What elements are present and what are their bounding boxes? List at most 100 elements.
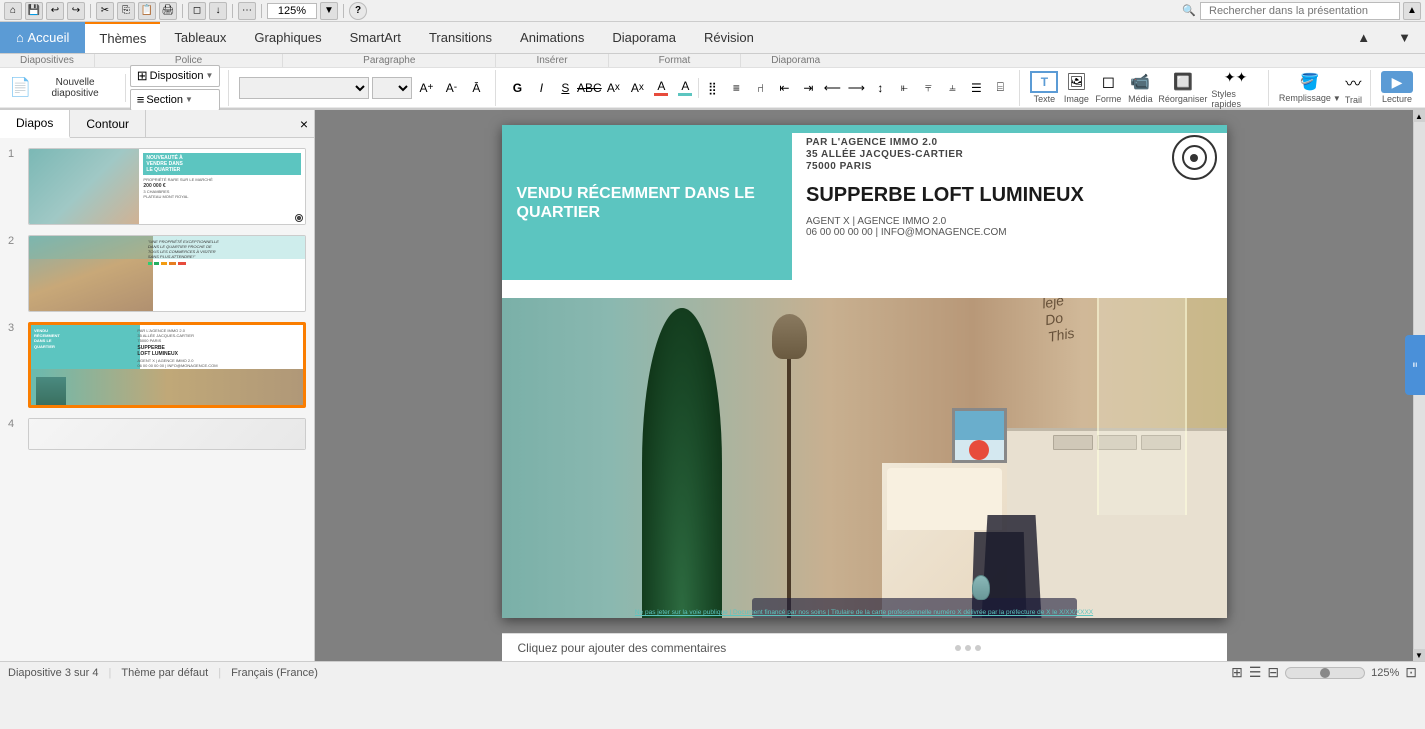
styles-rapides-btn[interactable]: ✦✦ Styles rapides bbox=[1211, 66, 1259, 109]
more-btn[interactable]: ⋯ bbox=[238, 2, 256, 20]
lecture-label: Lecture bbox=[1382, 94, 1412, 104]
underline-btn[interactable]: S bbox=[554, 77, 576, 99]
indent-inc-btn[interactable]: ⇥ bbox=[797, 77, 819, 99]
main-slide[interactable]: lejeDoThis VENDU RÉCEMMENT DANS LE QUART… bbox=[502, 125, 1227, 618]
clear-format-btn[interactable]: Ā bbox=[465, 77, 487, 99]
tab-contour[interactable]: Contour bbox=[70, 110, 146, 137]
redo-btn[interactable]: ↪ bbox=[67, 2, 85, 20]
cut-btn[interactable]: ✂ bbox=[96, 2, 114, 20]
font-increase-btn[interactable]: A+ bbox=[415, 77, 437, 99]
fit-window-btn[interactable]: ⊡ bbox=[1405, 664, 1417, 681]
menu-item-accueil[interactable]: ⌂ Accueil bbox=[0, 22, 85, 53]
canvas-area: lejeDoThis VENDU RÉCEMMENT DANS LE QUART… bbox=[315, 110, 1413, 661]
wall-picture bbox=[952, 408, 1007, 463]
forme-btn[interactable]: ◻ Forme bbox=[1094, 71, 1122, 104]
menu-item-smartart[interactable]: SmartArt bbox=[336, 22, 415, 53]
line-spacing-btn[interactable]: ↕ bbox=[869, 77, 891, 99]
help-btn[interactable]: ? bbox=[349, 2, 367, 20]
indent-dec-btn[interactable]: ⇤ bbox=[773, 77, 795, 99]
slide-preview-4[interactable] bbox=[28, 418, 306, 450]
superscript-btn[interactable]: Ax bbox=[626, 77, 648, 99]
bullet-btn[interactable]: ≡ bbox=[725, 77, 747, 99]
numbering-btn[interactable]: ⑁ bbox=[749, 77, 771, 99]
slide-thumb-3[interactable]: 3 VENDURÉCEMMENTDANS LEQUARTIER PAR L'AG… bbox=[6, 320, 308, 410]
texte-btn[interactable]: T Texte bbox=[1030, 71, 1058, 104]
align-left-btn[interactable]: ⫦ bbox=[893, 77, 915, 99]
comment-bar[interactable]: Cliquez pour ajouter des commentaires bbox=[502, 633, 1227, 661]
footer-text: Ne pas jeter sur la voie publique | Docu… bbox=[502, 609, 1227, 616]
menu-item-transitions[interactable]: Transitions bbox=[415, 22, 506, 53]
collapse-btn[interactable]: ▲ bbox=[1403, 2, 1421, 20]
zoom-slider[interactable] bbox=[1285, 667, 1365, 679]
menu-item-themes[interactable]: Thèmes bbox=[85, 22, 160, 53]
disposition-btn[interactable]: ⊞ Disposition ▼ bbox=[130, 65, 221, 87]
section-btn[interactable]: ≡ Section ▼ bbox=[130, 89, 221, 111]
font-size-select[interactable] bbox=[372, 77, 412, 99]
slide-preview-2[interactable]: "UNE PROPRIÉTÉ EXCEPTIONNELLEDANS LE QUA… bbox=[28, 235, 306, 312]
view-outline-btn[interactable]: ☰ bbox=[1249, 664, 1262, 681]
shapes-btn[interactable]: ◻ bbox=[188, 2, 206, 20]
rtl-btn[interactable]: ⟵ bbox=[821, 77, 843, 99]
slide-num-2: 2 bbox=[8, 235, 20, 247]
slide-preview-3[interactable]: VENDURÉCEMMENTDANS LEQUARTIER PAR L'AGEN… bbox=[28, 322, 306, 408]
home-qa-btn[interactable]: ⌂ bbox=[4, 2, 22, 20]
menu-collapse-up[interactable]: ▲ bbox=[1343, 22, 1384, 53]
view-sort-btn[interactable]: ⊟ bbox=[1267, 664, 1279, 681]
align-right-btn[interactable]: ⫨ bbox=[941, 77, 963, 99]
remplissage-label: Remplissage ▼ bbox=[1279, 93, 1341, 103]
menu-item-diaporama[interactable]: Diaporama bbox=[598, 22, 690, 53]
paste-btn[interactable]: 📋 bbox=[138, 2, 156, 20]
graphiques-label: Graphiques bbox=[254, 30, 321, 45]
font-name-select[interactable] bbox=[239, 77, 369, 99]
search-input[interactable] bbox=[1200, 2, 1400, 20]
media-btn[interactable]: 📹 Média bbox=[1126, 71, 1154, 104]
highlight-btn[interactable]: A bbox=[674, 77, 696, 99]
save-btn[interactable]: 💾 bbox=[25, 2, 43, 20]
nouvelle-diapositive-btn[interactable]: 📄 Nouvelle diapositive bbox=[4, 72, 121, 104]
lecture-btn[interactable]: ▶ Lecture bbox=[1381, 71, 1413, 104]
remplissage-btn[interactable]: 🪣 Remplissage ▼ bbox=[1279, 72, 1341, 103]
menu-item-revision[interactable]: Révision bbox=[690, 22, 768, 53]
texte-icon: T bbox=[1030, 71, 1058, 93]
italic-btn[interactable]: I bbox=[530, 77, 552, 99]
menu-item-graphiques[interactable]: Graphiques bbox=[240, 22, 335, 53]
print-btn[interactable]: 🖨 bbox=[159, 2, 177, 20]
thumb1-sub: PROPRIÉTÉ RARE SUR LE MARCHÉ bbox=[143, 177, 301, 182]
reorganiser-btn[interactable]: 🔲 Réorganiser bbox=[1158, 71, 1207, 104]
view-normal-btn[interactable]: ⊞ bbox=[1231, 664, 1243, 681]
slide-thumb-4[interactable]: 4 bbox=[6, 416, 308, 452]
font-decrease-btn[interactable]: A- bbox=[440, 77, 462, 99]
slide-thumb-2[interactable]: 2 "UNE PROPRIÉTÉ EXCEPTIONNELLEDANS LE Q… bbox=[6, 233, 308, 314]
strikethrough-btn[interactable]: ABC bbox=[578, 77, 600, 99]
tab-diapos[interactable]: Diapos bbox=[0, 110, 70, 138]
trait-btn[interactable]: 〰 Trail bbox=[1345, 70, 1362, 105]
disposition-label: ⊞ Disposition ▼ bbox=[137, 68, 214, 84]
qa-sep2 bbox=[182, 4, 183, 18]
copy-btn[interactable]: ⎘ bbox=[117, 2, 135, 20]
text-dir-btn[interactable]: ⌸ bbox=[989, 77, 1011, 99]
undo-btn[interactable]: ↩ bbox=[46, 2, 64, 20]
menu-collapse-down[interactable]: ▼ bbox=[1384, 22, 1425, 53]
menu-item-animations[interactable]: Animations bbox=[506, 22, 598, 53]
menu-item-tableaux[interactable]: Tableaux bbox=[160, 22, 240, 53]
bold-btn[interactable]: G bbox=[506, 77, 528, 99]
justify-btn[interactable]: ☰ bbox=[965, 77, 987, 99]
arrow-btn[interactable]: ↓ bbox=[209, 2, 227, 20]
align-cols-btn[interactable]: ⣿ bbox=[701, 77, 723, 99]
scroll-down-btn[interactable]: ▼ bbox=[1413, 649, 1425, 661]
thumb1-photo bbox=[29, 149, 145, 224]
subscript-btn[interactable]: Ax bbox=[602, 77, 624, 99]
home-icon: ⌂ bbox=[16, 30, 24, 45]
slide-preview-1[interactable]: NOUVEAUTÉ ÀVENDRE DANSLE QUARTIER PROPRI… bbox=[28, 148, 306, 225]
scroll-up-btn[interactable]: ▲ bbox=[1413, 110, 1425, 122]
close-panel-btn[interactable]: × bbox=[294, 110, 314, 137]
align-center-btn[interactable]: ⫧ bbox=[917, 77, 939, 99]
right-badge[interactable]: ≡ bbox=[1405, 335, 1425, 395]
ltr-btn[interactable]: ⟶ bbox=[845, 77, 867, 99]
slide-thumb-1[interactable]: 1 NOUVEAUTÉ ÀVENDRE DANSLE QUARTIER PROP… bbox=[6, 146, 308, 227]
zoom-dropdown-btn[interactable]: ▼ bbox=[320, 2, 338, 20]
font-color-btn[interactable]: A bbox=[650, 77, 672, 99]
image-btn[interactable]: 🖼 Image bbox=[1062, 71, 1090, 104]
nouvelle-diapositive-label: Nouvelle diapositive bbox=[34, 77, 115, 99]
zoom-input[interactable] bbox=[267, 3, 317, 19]
